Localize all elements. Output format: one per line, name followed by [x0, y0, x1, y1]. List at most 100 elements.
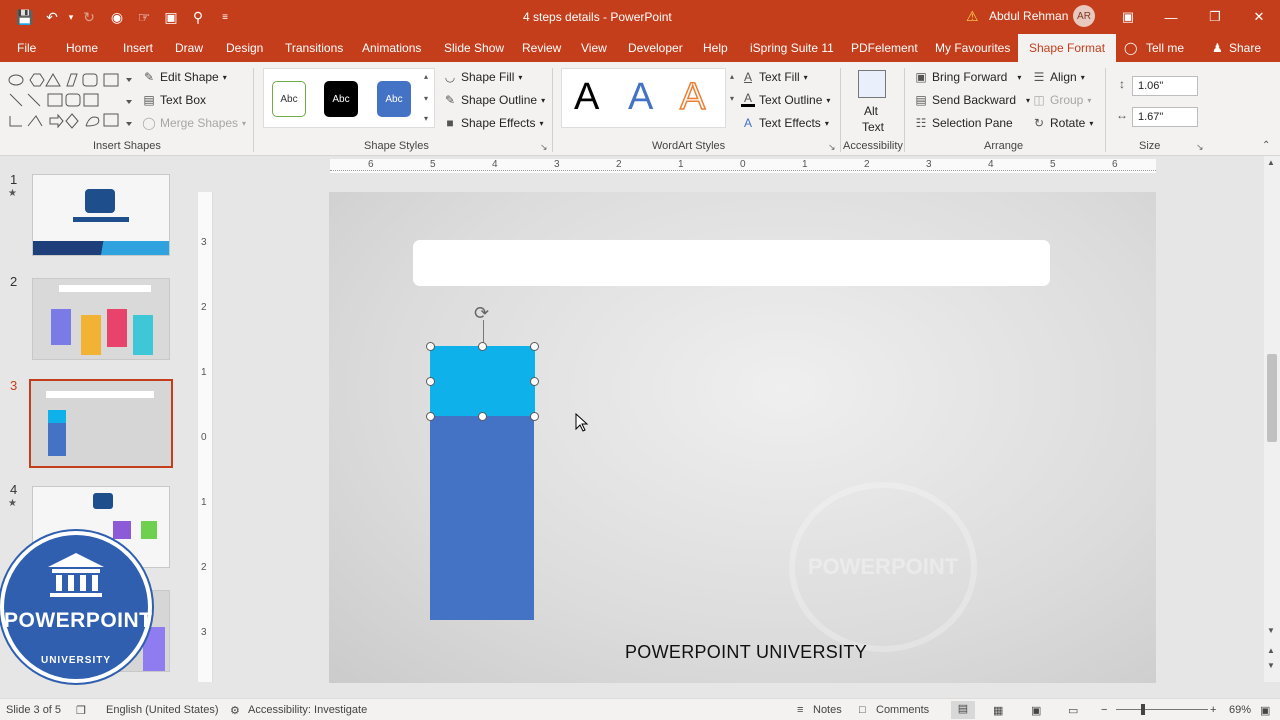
- wordart-up-icon[interactable]: ▴: [730, 72, 734, 81]
- ribbon-display-icon[interactable]: ▣: [1117, 6, 1139, 28]
- text-outline-button[interactable]: A Text Outline ▾: [741, 92, 830, 107]
- tab-shape-format[interactable]: Shape Format: [1018, 34, 1117, 62]
- shapes-gallery[interactable]: [6, 70, 134, 132]
- slide-counter[interactable]: Slide 3 of 5: [6, 704, 61, 716]
- scroll-up-icon[interactable]: ▲: [1267, 158, 1275, 167]
- tab-design[interactable]: Design: [226, 41, 263, 55]
- tab-review[interactable]: Review: [522, 41, 561, 55]
- slide-thumbnail-1[interactable]: [32, 174, 170, 256]
- slide-sorter-icon[interactable]: ▦: [993, 704, 1003, 717]
- accessibility-icon[interactable]: ⚙: [230, 704, 240, 717]
- scrollbar-thumb[interactable]: [1267, 354, 1277, 442]
- resize-handle[interactable]: [426, 412, 435, 421]
- edit-shape-button[interactable]: ✎ Edit Shape ▾: [142, 70, 227, 84]
- touch-mode-icon[interactable]: ☞: [135, 8, 153, 26]
- spelling-icon[interactable]: ❐: [76, 704, 86, 717]
- tab-developer[interactable]: Developer: [628, 41, 683, 55]
- rotate-button[interactable]: ↻ Rotate ▾: [1032, 116, 1093, 130]
- tab-slide-show[interactable]: Slide Show: [444, 41, 504, 55]
- shape-effects-button[interactable]: ■ Shape Effects ▾: [443, 116, 543, 130]
- accessibility-status[interactable]: Accessibility: Investigate: [248, 704, 367, 716]
- share-button[interactable]: Share: [1229, 41, 1261, 55]
- avatar[interactable]: AR: [1073, 5, 1095, 27]
- text-fill-button[interactable]: A Text Fill ▾: [741, 70, 808, 84]
- tab-tell-me[interactable]: Tell me: [1146, 41, 1184, 55]
- tab-draw[interactable]: Draw: [175, 41, 203, 55]
- zoom-slider-thumb[interactable]: [1141, 704, 1145, 715]
- wordart-style-orange[interactable]: A: [679, 75, 706, 119]
- size-launcher-icon[interactable]: ↘: [1196, 142, 1204, 153]
- tab-insert[interactable]: Insert: [123, 41, 153, 55]
- text-box-button[interactable]: ▤ Text Box: [142, 93, 206, 107]
- wordart-launcher-icon[interactable]: ↘: [828, 142, 836, 153]
- resize-handle[interactable]: [426, 377, 435, 386]
- slide-canvas[interactable]: POWERPOINT ⟳ POWERPOINT UNIVERSITY: [329, 192, 1156, 683]
- close-icon[interactable]: ✕: [1248, 6, 1270, 28]
- send-backward-button[interactable]: ▤ Send Backward ▾: [914, 93, 1030, 107]
- present-from-start-icon[interactable]: ◉: [108, 8, 126, 26]
- zoom-slider[interactable]: [1116, 709, 1208, 710]
- shape-width-input[interactable]: 1.67": [1132, 107, 1198, 127]
- shape-style-blue[interactable]: Abc: [377, 81, 411, 117]
- notes-button[interactable]: Notes: [813, 704, 842, 716]
- collapse-ribbon-icon[interactable]: ⌃: [1262, 140, 1270, 151]
- zoom-in-icon[interactable]: +: [1210, 704, 1216, 716]
- user-name[interactable]: Abdul Rehman: [989, 9, 1068, 23]
- resize-handle[interactable]: [530, 412, 539, 421]
- wordart-style-blue[interactable]: A: [628, 76, 653, 119]
- gallery-up-icon[interactable]: ▴: [424, 72, 428, 81]
- title-banner-shape[interactable]: [413, 240, 1050, 286]
- tab-view[interactable]: View: [581, 41, 607, 55]
- alt-text-button[interactable]: Alt Text: [850, 68, 894, 136]
- next-slide-icon[interactable]: ▼: [1267, 661, 1275, 670]
- shape-fill-button[interactable]: ◡ Shape Fill ▾: [443, 70, 523, 84]
- tab-ispring[interactable]: iSpring Suite 11: [750, 41, 834, 55]
- resize-handle[interactable]: [530, 342, 539, 351]
- undo-dropdown-icon[interactable]: ▾: [62, 8, 80, 26]
- gallery-down-icon[interactable]: ▾: [424, 94, 428, 103]
- customize-qat-icon[interactable]: ≡: [216, 8, 234, 26]
- selection-pane-button[interactable]: ☷ Selection Pane: [914, 116, 1013, 130]
- scroll-down-icon[interactable]: ▼: [1267, 626, 1275, 635]
- shape-styles-launcher-icon[interactable]: ↘: [540, 142, 548, 153]
- wordart-down-icon[interactable]: ▾: [730, 94, 734, 103]
- wordart-style-black[interactable]: A: [574, 76, 599, 119]
- slide-thumbnail-3[interactable]: [29, 379, 173, 468]
- resize-handle[interactable]: [478, 342, 487, 351]
- resize-handle[interactable]: [478, 412, 487, 421]
- shape-style-outline[interactable]: Abc: [272, 81, 306, 117]
- language-status[interactable]: English (United States): [106, 704, 219, 716]
- comments-button[interactable]: Comments: [876, 704, 929, 716]
- resize-handle[interactable]: [530, 377, 539, 386]
- resize-handle[interactable]: [426, 342, 435, 351]
- tab-pdfelement[interactable]: PDFelement: [851, 41, 918, 55]
- align-button[interactable]: ☰ Align ▾: [1032, 70, 1085, 84]
- tab-animations[interactable]: Animations: [362, 41, 421, 55]
- zoom-out-icon[interactable]: −: [1101, 704, 1107, 716]
- restore-icon[interactable]: ❐: [1204, 6, 1226, 28]
- tab-transitions[interactable]: Transitions: [285, 41, 343, 55]
- tab-file[interactable]: File: [17, 41, 36, 55]
- shape-height-input[interactable]: 1.06": [1132, 76, 1198, 96]
- screenshot-icon[interactable]: ▣: [162, 8, 180, 26]
- fit-slide-icon[interactable]: ▣: [1260, 704, 1270, 717]
- cyan-rectangle-shape-selected[interactable]: [430, 346, 535, 416]
- tab-help[interactable]: Help: [703, 41, 728, 55]
- warning-icon[interactable]: ⚠: [966, 8, 979, 25]
- slide-thumbnail-2[interactable]: [32, 278, 170, 360]
- tab-home[interactable]: Home: [66, 41, 98, 55]
- save-icon[interactable]: 💾: [16, 8, 34, 26]
- zoom-level[interactable]: 69%: [1229, 704, 1251, 716]
- undo-icon[interactable]: ↶: [43, 8, 61, 26]
- previous-slide-icon[interactable]: ▲: [1267, 646, 1275, 655]
- slide-footer-text[interactable]: POWERPOINT UNIVERSITY: [625, 642, 867, 663]
- reading-view-icon[interactable]: ▣: [1031, 704, 1041, 717]
- minimize-icon[interactable]: —: [1160, 6, 1182, 28]
- text-effects-button[interactable]: A Text Effects ▾: [741, 116, 829, 130]
- shape-outline-button[interactable]: ✎ Shape Outline ▾: [443, 93, 545, 107]
- rotate-handle-icon[interactable]: ⟳: [474, 303, 494, 323]
- normal-view-icon[interactable]: ▤: [951, 701, 975, 719]
- shape-style-black[interactable]: Abc: [324, 81, 358, 117]
- blue-rectangle-shape[interactable]: [430, 416, 534, 620]
- print-preview-icon[interactable]: ⚲: [189, 8, 207, 26]
